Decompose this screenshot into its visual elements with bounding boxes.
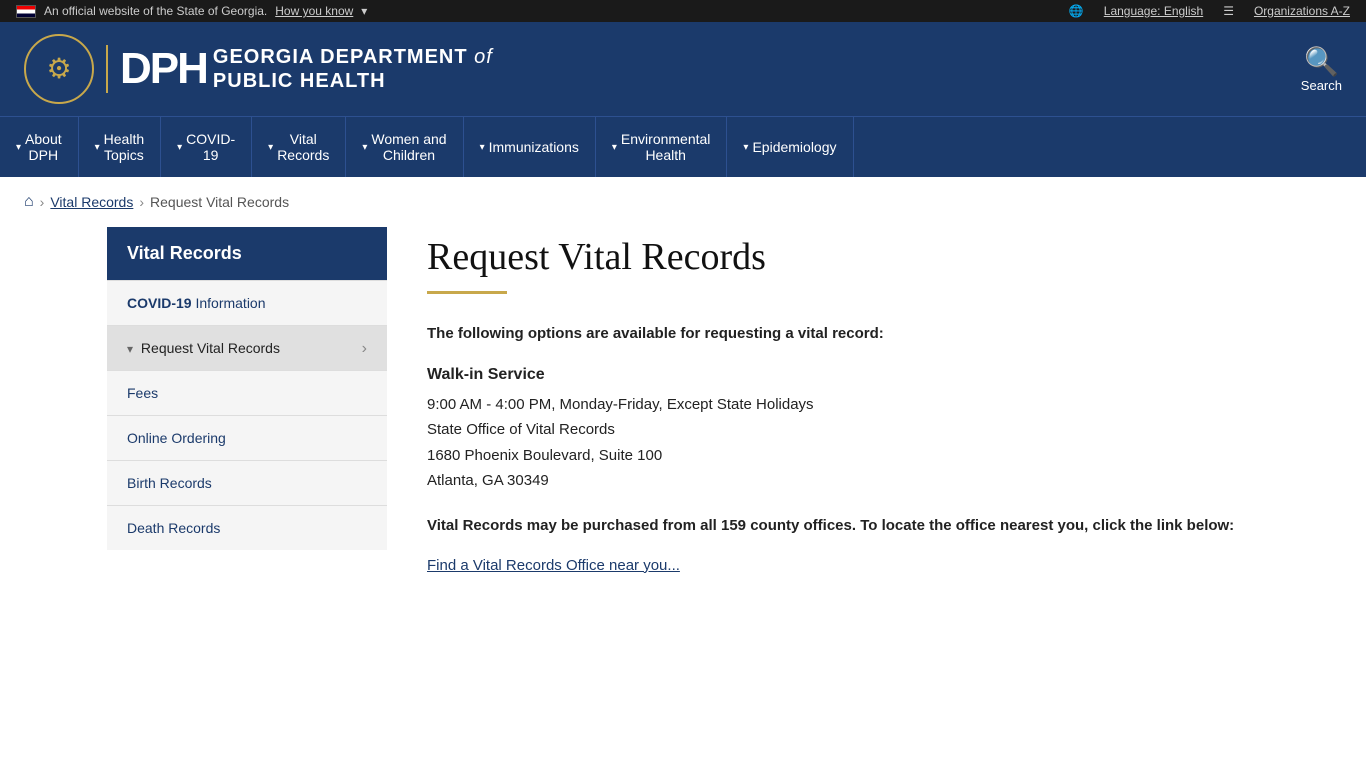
dph-letters: DPH: [120, 47, 207, 91]
covid-highlight: COVID-19: [127, 295, 192, 311]
main-layout: Vital Records COVID-19 Information ▾ Req…: [83, 227, 1283, 634]
nav-label-women: Women andChildren: [371, 131, 446, 163]
nav-item-health-topics[interactable]: ▾ HealthTopics: [79, 117, 162, 177]
walk-in-office: State Office of Vital Records: [427, 421, 615, 438]
sidebar-title: Vital Records: [107, 227, 387, 280]
nav-label-about: AboutDPH: [25, 131, 62, 163]
language-link[interactable]: Language: English: [1104, 4, 1203, 18]
how-you-know-link[interactable]: How you know: [275, 4, 353, 18]
sidebar-item-fees[interactable]: Fees: [107, 370, 387, 415]
nav-item-immunizations[interactable]: ▾ Immunizations: [464, 117, 596, 177]
sidebar-item-covid-info[interactable]: COVID-19 Information: [107, 280, 387, 325]
sidebar-birth-label: Birth Records: [127, 475, 212, 491]
arrow-right-icon: ›: [362, 340, 367, 358]
home-icon[interactable]: ⌂: [24, 193, 34, 211]
breadcrumb-sep2: ›: [139, 194, 144, 210]
sidebar: Vital Records COVID-19 Information ▾ Req…: [107, 227, 387, 594]
walk-in-address2: Atlanta, GA 30349: [427, 472, 549, 489]
sidebar-link-fees[interactable]: Fees: [107, 371, 387, 415]
nav-label-immun: Immunizations: [489, 139, 579, 155]
breadcrumb-vital-records[interactable]: Vital Records: [50, 194, 133, 210]
walk-in-details: 9:00 AM - 4:00 PM, Monday-Friday, Except…: [427, 392, 1259, 494]
nav-label-covid: COVID-19: [186, 131, 235, 163]
georgia-flag-icon: [16, 5, 36, 18]
nav-item-env-health[interactable]: ▾ EnvironmentalHealth: [596, 117, 728, 177]
nav-chevron-about: ▾: [16, 142, 21, 153]
chevron-down-icon: ▾: [127, 342, 133, 356]
sidebar-link-birth[interactable]: Birth Records: [107, 461, 387, 505]
main-content: Request Vital Records The following opti…: [427, 227, 1259, 594]
nav-chevron-health: ▾: [95, 142, 100, 153]
official-text: An official website of the State of Geor…: [44, 4, 267, 18]
nav-chevron-env: ▾: [612, 142, 617, 153]
nav-item-covid[interactable]: ▾ COVID-19: [161, 117, 252, 177]
breadcrumb: ⌂ › Vital Records › Request Vital Record…: [0, 177, 1366, 227]
logo-circle-icon: ⚙: [24, 34, 94, 104]
title-underline: [427, 291, 507, 294]
search-icon: 🔍: [1304, 45, 1339, 78]
nav-item-women[interactable]: ▾ Women andChildren: [346, 117, 463, 177]
sidebar-item-birth-records[interactable]: Birth Records: [107, 460, 387, 505]
nav-label-epi: Epidemiology: [752, 139, 836, 155]
nav-item-epidemiology[interactable]: ▾ Epidemiology: [727, 117, 853, 177]
dept-name: GEORGIA DEPARTMENT of PUBLIC HEALTH: [213, 45, 493, 93]
header: ⚙ DPH GEORGIA DEPARTMENT of PUBLIC HEALT…: [0, 22, 1366, 116]
breadcrumb-current: Request Vital Records: [150, 194, 289, 210]
breadcrumb-sep1: ›: [40, 194, 45, 210]
sidebar-item-death-records[interactable]: Death Records: [107, 505, 387, 550]
nav-label-env: EnvironmentalHealth: [621, 131, 711, 163]
sidebar-link-online-ordering[interactable]: Online Ordering: [107, 416, 387, 460]
organizations-link[interactable]: Organizations A-Z: [1254, 4, 1350, 18]
top-bar-left: An official website of the State of Geor…: [16, 4, 367, 18]
county-link-para: Find a Vital Records Office near you...: [427, 554, 1259, 578]
intro-paragraph: The following options are available for …: [427, 322, 1259, 346]
sidebar-request-label: Request Vital Records: [141, 340, 280, 356]
sidebar-link-covid[interactable]: COVID-19 Information: [107, 281, 387, 325]
dept-line1: GEORGIA DEPARTMENT of: [213, 45, 493, 69]
sidebar-fees-label: Fees: [127, 385, 158, 401]
sidebar-item-request[interactable]: ▾ Request Vital Records ›: [107, 325, 387, 370]
walk-in-title: Walk-in Service: [427, 362, 1259, 388]
dept-line2: PUBLIC HEALTH: [213, 69, 493, 93]
nav-chevron-immun: ▾: [480, 142, 485, 153]
nav-item-about-dph[interactable]: ▾ AboutDPH: [0, 117, 79, 177]
globe-icon: 🌐: [1069, 4, 1084, 18]
logo-area[interactable]: ⚙ DPH GEORGIA DEPARTMENT of PUBLIC HEALT…: [24, 34, 493, 104]
nav-label-vital: VitalRecords: [277, 131, 329, 163]
walk-in-address1: 1680 Phoenix Boulevard, Suite 100: [427, 447, 662, 464]
search-button[interactable]: 🔍 Search: [1301, 45, 1342, 93]
county-paragraph: Vital Records may be purchased from all …: [427, 514, 1259, 538]
sidebar-death-label: Death Records: [127, 520, 220, 536]
nav-chevron-covid: ▾: [177, 142, 182, 153]
sidebar-link-request[interactable]: ▾ Request Vital Records ›: [107, 326, 387, 370]
nav-chevron-women: ▾: [362, 142, 367, 153]
sidebar-item-online-ordering[interactable]: Online Ordering: [107, 415, 387, 460]
sidebar-online-label: Online Ordering: [127, 430, 226, 446]
org-icon: ☰: [1223, 4, 1234, 18]
sidebar-link-death[interactable]: Death Records: [107, 506, 387, 550]
walk-in-block: Walk-in Service 9:00 AM - 4:00 PM, Monda…: [427, 362, 1259, 494]
content-section: The following options are available for …: [427, 322, 1259, 578]
intro-bold: The following options are available for …: [427, 325, 884, 342]
walk-in-hours: 9:00 AM - 4:00 PM, Monday-Friday, Except…: [427, 396, 814, 413]
top-bar-right: 🌐 Language: English ☰ Organizations A-Z: [1069, 4, 1350, 18]
nav-item-vital-records[interactable]: ▾ VitalRecords: [252, 117, 346, 177]
chevron-icon: ▾: [361, 4, 367, 18]
county-bold: Vital Records may be purchased from all …: [427, 517, 1234, 534]
page-title: Request Vital Records: [427, 235, 1259, 279]
main-nav: ▾ AboutDPH ▾ HealthTopics ▾ COVID-19 ▾ V…: [0, 116, 1366, 177]
top-bar: An official website of the State of Geor…: [0, 0, 1366, 22]
nav-label-health: HealthTopics: [104, 131, 144, 163]
county-link[interactable]: Find a Vital Records Office near you...: [427, 557, 680, 574]
nav-chevron-epi: ▾: [743, 142, 748, 153]
nav-chevron-vital: ▾: [268, 142, 273, 153]
logo-dph: DPH GEORGIA DEPARTMENT of PUBLIC HEALTH: [106, 45, 493, 93]
search-label: Search: [1301, 78, 1342, 93]
